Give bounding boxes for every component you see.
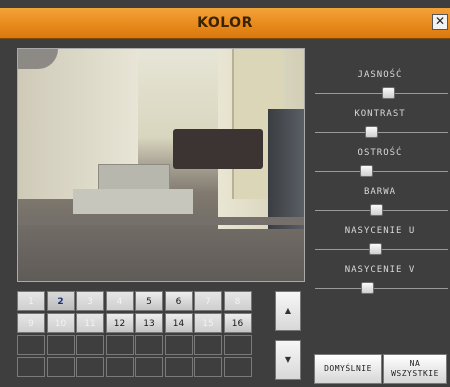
- slider-label: OSTROŚĆ: [357, 148, 403, 158]
- camera-cell[interactable]: 2: [46, 291, 75, 311]
- scroll-down-button[interactable]: ▼: [275, 340, 301, 380]
- camera-cell-empty[interactable]: [17, 357, 45, 377]
- slider-label: BARWA: [363, 187, 397, 197]
- preview-printer-base: [73, 189, 193, 214]
- camera-grid: 1 2 3 4 5 6 7 8 9 10 11 12 13 14 15 16: [17, 290, 257, 384]
- camera-cell-empty[interactable]: [135, 357, 163, 377]
- camera-cell[interactable]: 13: [135, 313, 163, 333]
- camera-cell[interactable]: 15: [194, 313, 222, 333]
- kolor-dialog: KOLOR ✕ JASNOŚĆ KONTRAST OSTROŚĆ BARWA NASYC…: [0, 0, 450, 387]
- slider-thumb[interactable]: [364, 126, 378, 138]
- camera-cell-empty[interactable]: [164, 335, 193, 355]
- camera-cell-empty[interactable]: [105, 335, 134, 355]
- camera-cell[interactable]: 12: [105, 313, 134, 333]
- slider-label: NASYCENIE U: [344, 226, 416, 236]
- preview-monitor: [268, 109, 304, 229]
- preview-tray: [173, 129, 263, 169]
- slider-thumb[interactable]: [368, 243, 382, 255]
- slider-label: KONTRAST: [354, 109, 406, 119]
- camera-preview: [17, 48, 305, 282]
- camera-cell-empty[interactable]: [17, 335, 45, 355]
- camera-cell-empty[interactable]: [223, 357, 252, 377]
- slider-label: NASYCENIE V: [344, 265, 416, 275]
- camera-cell[interactable]: 1: [17, 291, 45, 311]
- camera-cell[interactable]: 8: [223, 291, 252, 311]
- camera-cell-empty[interactable]: [194, 335, 222, 355]
- camera-cell-empty[interactable]: [76, 335, 104, 355]
- camera-cell-empty[interactable]: [135, 335, 163, 355]
- camera-cell-empty[interactable]: [223, 335, 252, 355]
- camera-cell[interactable]: 5: [135, 291, 163, 311]
- slider-track[interactable]: [315, 288, 448, 289]
- scroll-up-button[interactable]: ▲: [275, 291, 301, 331]
- camera-cell[interactable]: 7: [194, 291, 222, 311]
- close-button[interactable]: ✕: [432, 14, 448, 30]
- slider-thumb[interactable]: [359, 165, 373, 177]
- camera-cell[interactable]: 11: [76, 313, 104, 333]
- camera-cell-empty[interactable]: [105, 357, 134, 377]
- slider-thumb[interactable]: [370, 204, 384, 216]
- camera-cell[interactable]: 6: [164, 291, 193, 311]
- slider-thumb[interactable]: [360, 282, 374, 294]
- camera-cell-empty[interactable]: [46, 335, 75, 355]
- camera-cell[interactable]: 3: [76, 291, 104, 311]
- camera-cell[interactable]: 14: [164, 313, 193, 333]
- default-button[interactable]: DOMYŚLNIE: [314, 354, 382, 384]
- camera-cell-empty[interactable]: [194, 357, 222, 377]
- camera-cell-empty[interactable]: [46, 357, 75, 377]
- camera-cell[interactable]: 16: [223, 313, 252, 333]
- camera-cell[interactable]: 9: [17, 313, 45, 333]
- preview-shelf: [18, 217, 304, 225]
- slider-track[interactable]: [315, 132, 448, 133]
- camera-cell[interactable]: 4: [105, 291, 134, 311]
- apply-all-button[interactable]: NA WSZYSTKIE: [383, 354, 447, 384]
- image-adjust-sliders: JASNOŚĆ KONTRAST OSTROŚĆ BARWA NASYCENIE U NA…: [310, 70, 450, 320]
- camera-cell-empty[interactable]: [164, 357, 193, 377]
- camera-cell[interactable]: 10: [46, 313, 75, 333]
- slider-thumb[interactable]: [382, 87, 396, 99]
- slider-label: JASNOŚĆ: [357, 70, 403, 80]
- window-title: KOLOR: [197, 15, 253, 31]
- camera-cell-empty[interactable]: [76, 357, 104, 377]
- title-bar: KOLOR ✕: [0, 8, 450, 39]
- slider-track[interactable]: [315, 171, 448, 172]
